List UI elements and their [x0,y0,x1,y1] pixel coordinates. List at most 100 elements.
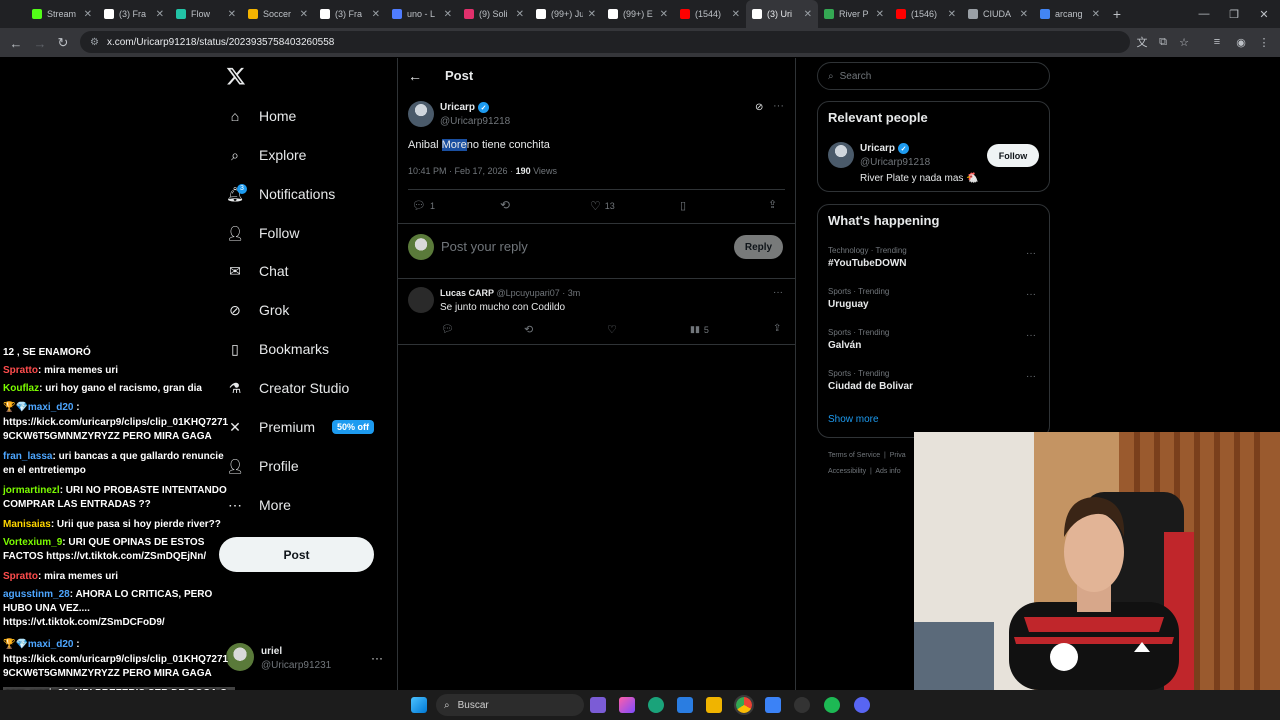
reply-views[interactable]: ▮▮ 5 [690,324,709,335]
relevant-handle[interactable]: @Uricarp91218 [860,157,930,168]
tab-close-icon[interactable]: ✕ [876,9,884,20]
reply-share-icon[interactable]: ⇪ [773,323,781,334]
reply-like-icon[interactable]: ♡ [607,323,617,336]
copilot-icon[interactable] [619,697,635,713]
trend-item[interactable]: Sports · Trending Uruguay [828,287,889,310]
nav-item-explore[interactable]: ⌕ Explore [226,140,306,170]
nav-item-creator-studio[interactable]: ⚗ Creator Studio [226,373,350,403]
tab-close-icon[interactable]: ✕ [444,9,452,20]
taskbar-search[interactable]: ⌕ Buscar [436,694,584,716]
nav-item-home[interactable]: ⌂ Home [226,101,297,131]
tab-close-icon[interactable]: ✕ [1092,9,1100,20]
search-input[interactable]: Search [840,71,872,82]
grok-icon[interactable]: ⊘ [755,102,763,113]
author-handle[interactable]: @Uricarp91218 [440,116,510,127]
reading-list-icon[interactable]: ≡ [1208,33,1226,51]
post-button[interactable]: Post [219,537,374,572]
author-avatar[interactable] [408,101,434,127]
ads-info-link[interactable]: Ads info [875,468,900,475]
nav-item-chat[interactable]: ✉ Chat [226,256,288,286]
tab-close-icon[interactable]: ✕ [156,9,164,20]
tab-close-icon[interactable]: ✕ [300,9,308,20]
follow-button[interactable]: Follow [987,144,1039,167]
nav-item-notifications[interactable]: 🔔︎ 3 Notifications [226,179,335,209]
browser-tab[interactable]: CIUDA ✕ [962,0,1034,28]
tab-close-icon[interactable]: ✕ [732,9,740,20]
browser-tab[interactable]: (3) Fra ✕ [98,0,170,28]
back-icon[interactable]: ← [4,31,28,55]
browser-tab[interactable]: Flow ✕ [170,0,242,28]
tab-close-icon[interactable]: ✕ [1020,9,1028,20]
forward-icon[interactable]: → [28,31,52,55]
tab-close-icon[interactable]: ✕ [516,9,524,20]
translate-icon[interactable]: 文 [1133,33,1151,51]
bookmark-icon[interactable]: ▯ [680,199,686,212]
tab-close-icon[interactable]: ✕ [84,9,92,20]
account-more-icon[interactable]: ··· [371,651,383,665]
browser-tab[interactable]: uno - L ✕ [386,0,458,28]
trend-more-icon[interactable]: ··· [1026,330,1036,341]
reply-more-icon[interactable]: ··· [773,287,783,298]
tab-close-icon[interactable]: ✕ [660,9,668,20]
minimize-icon[interactable]: — [1188,0,1220,28]
nav-item-grok[interactable]: ⊘ Grok [226,295,289,325]
mail-app-icon[interactable] [765,697,781,713]
post-more-icon[interactable]: ··· [773,100,784,112]
browser-tab[interactable]: River P ✕ [818,0,890,28]
back-arrow-icon[interactable]: ← [408,68,422,84]
browser-tab[interactable]: (99+) E ✕ [602,0,674,28]
tab-close-icon[interactable]: ✕ [588,9,596,20]
teams-icon[interactable] [590,697,606,713]
tab-close-icon[interactable]: ✕ [948,9,956,20]
reply-reply-icon[interactable]: 💬︎ [441,324,454,335]
relevant-name[interactable]: Uricarp [860,143,895,154]
post-timestamp[interactable]: 10:41 PM · Feb 17, 2026 · [408,166,516,176]
tab-close-icon[interactable]: ✕ [228,9,236,20]
trend-more-icon[interactable]: ··· [1026,248,1036,259]
tab-close-icon[interactable]: ✕ [372,9,380,20]
like-action[interactable]: ♡ 13 [590,199,615,213]
browser-tab[interactable]: (1546) ✕ [890,0,962,28]
spotify-icon[interactable] [824,697,840,713]
chrome-icon[interactable] [734,695,754,715]
browser-tab[interactable]: (99+) Ju ✕ [530,0,602,28]
reply-handle[interactable]: @Lpcuyupari07 [497,288,560,298]
reply-time[interactable]: · 3m [562,288,580,298]
author-name[interactable]: Uricarp [440,102,475,113]
maximize-icon[interactable]: ❐ [1218,0,1250,28]
accessibility-link[interactable]: Accessibility [828,468,866,475]
reply-repost-icon[interactable]: ⟲ [524,323,533,336]
reload-icon[interactable]: ↻ [51,31,75,55]
trend-item[interactable]: Technology · Trending #YouTubeDOWN [828,246,907,269]
nav-item-bookmarks[interactable]: ▯ Bookmarks [226,334,329,364]
terms-link[interactable]: Terms of Service [828,452,880,459]
account-handle[interactable]: @Uricarp91231 [261,660,331,671]
site-info-icon[interactable]: ⚙ [90,37,99,48]
bookmark-star-icon[interactable]: ☆ [1175,33,1193,51]
tab-close-icon[interactable]: ✕ [804,9,812,20]
relevant-avatar[interactable] [828,142,854,168]
x-logo-icon[interactable] [226,66,246,86]
trend-item[interactable]: Sports · Trending Galván [828,328,889,351]
account-name[interactable]: uriel [261,646,282,657]
search-box[interactable]: ⌕ Search [817,62,1050,90]
nav-item-more[interactable]: ⋯ More [226,490,291,520]
browser-tab[interactable]: (3) Fra ✕ [314,0,386,28]
discord-icon[interactable] [854,697,870,713]
browser-tab[interactable]: arcang ✕ [1034,0,1106,28]
obs-icon[interactable] [794,697,810,713]
browser-tab[interactable]: Soccer ✕ [242,0,314,28]
nav-item-profile[interactable]: 👤︎ Profile [226,451,299,481]
file-explorer-icon[interactable] [706,697,722,713]
menu-icon[interactable]: ⋮ [1255,33,1273,51]
trend-more-icon[interactable]: ··· [1026,289,1036,300]
reply-action[interactable]: 💬︎ 1 [412,199,435,212]
new-tab-icon[interactable]: + [1106,6,1128,22]
show-more-link[interactable]: Show more [828,414,879,425]
windows-start-icon[interactable] [411,697,427,713]
trend-more-icon[interactable]: ··· [1026,371,1036,382]
close-window-icon[interactable]: ✕ [1248,0,1280,28]
reply-button[interactable]: Reply [734,235,783,259]
edge-icon[interactable] [648,697,664,713]
reply-avatar[interactable] [408,287,434,313]
